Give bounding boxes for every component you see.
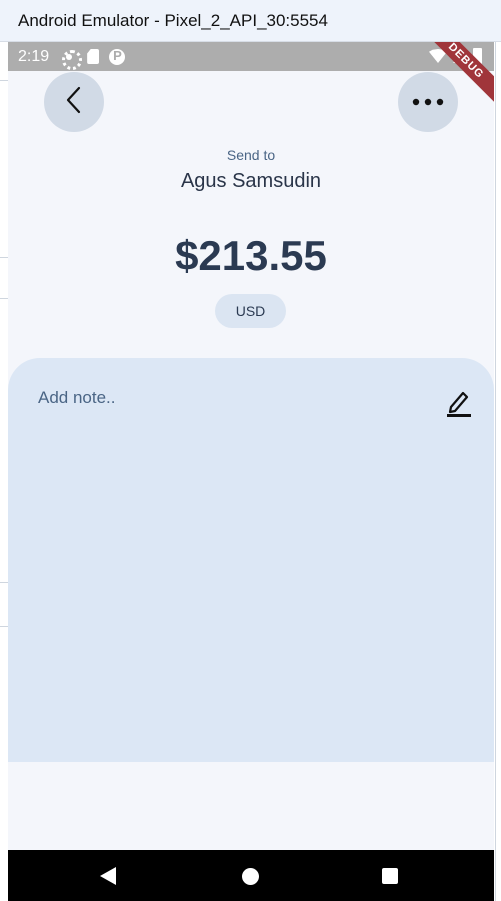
currency-selector[interactable]: USD (215, 294, 286, 328)
window-title: Android Emulator - Pixel_2_API_30:5554 (18, 10, 328, 30)
play-protect-icon (109, 48, 126, 65)
host-desktop-right-edge (495, 42, 501, 901)
recents-square-icon[interactable] (382, 868, 398, 884)
more-horizontal-icon (412, 93, 444, 111)
recipient-name: Agus Samsudin (180, 170, 322, 192)
host-desktop-left-edge (0, 42, 8, 850)
status-time: 2:19 (18, 47, 50, 65)
sd-card-icon (87, 49, 100, 64)
edit-note-button[interactable] (444, 388, 474, 424)
back-button[interactable] (44, 72, 104, 132)
more-options-button[interactable] (398, 72, 458, 132)
amount-display: $213.55 (175, 232, 327, 279)
system-nav-bar (8, 850, 494, 901)
note-input[interactable]: Add note.. (38, 388, 116, 408)
emulator-screen: 2:19 DEBUG Send to Agus Samsudin $213.55 (8, 42, 494, 901)
settings-icon (61, 49, 83, 70)
note-card: Add note.. (8, 358, 494, 762)
status-bar: 2:19 DEBUG (8, 42, 494, 110)
back-triangle-icon[interactable] (100, 867, 116, 885)
edit-pencil-icon (446, 388, 472, 423)
window-titlebar: Android Emulator - Pixel_2_API_30:5554 (0, 0, 501, 42)
chevron-left-icon (64, 86, 84, 119)
send-to-label: Send to (226, 147, 276, 163)
home-circle-icon[interactable] (242, 868, 259, 885)
